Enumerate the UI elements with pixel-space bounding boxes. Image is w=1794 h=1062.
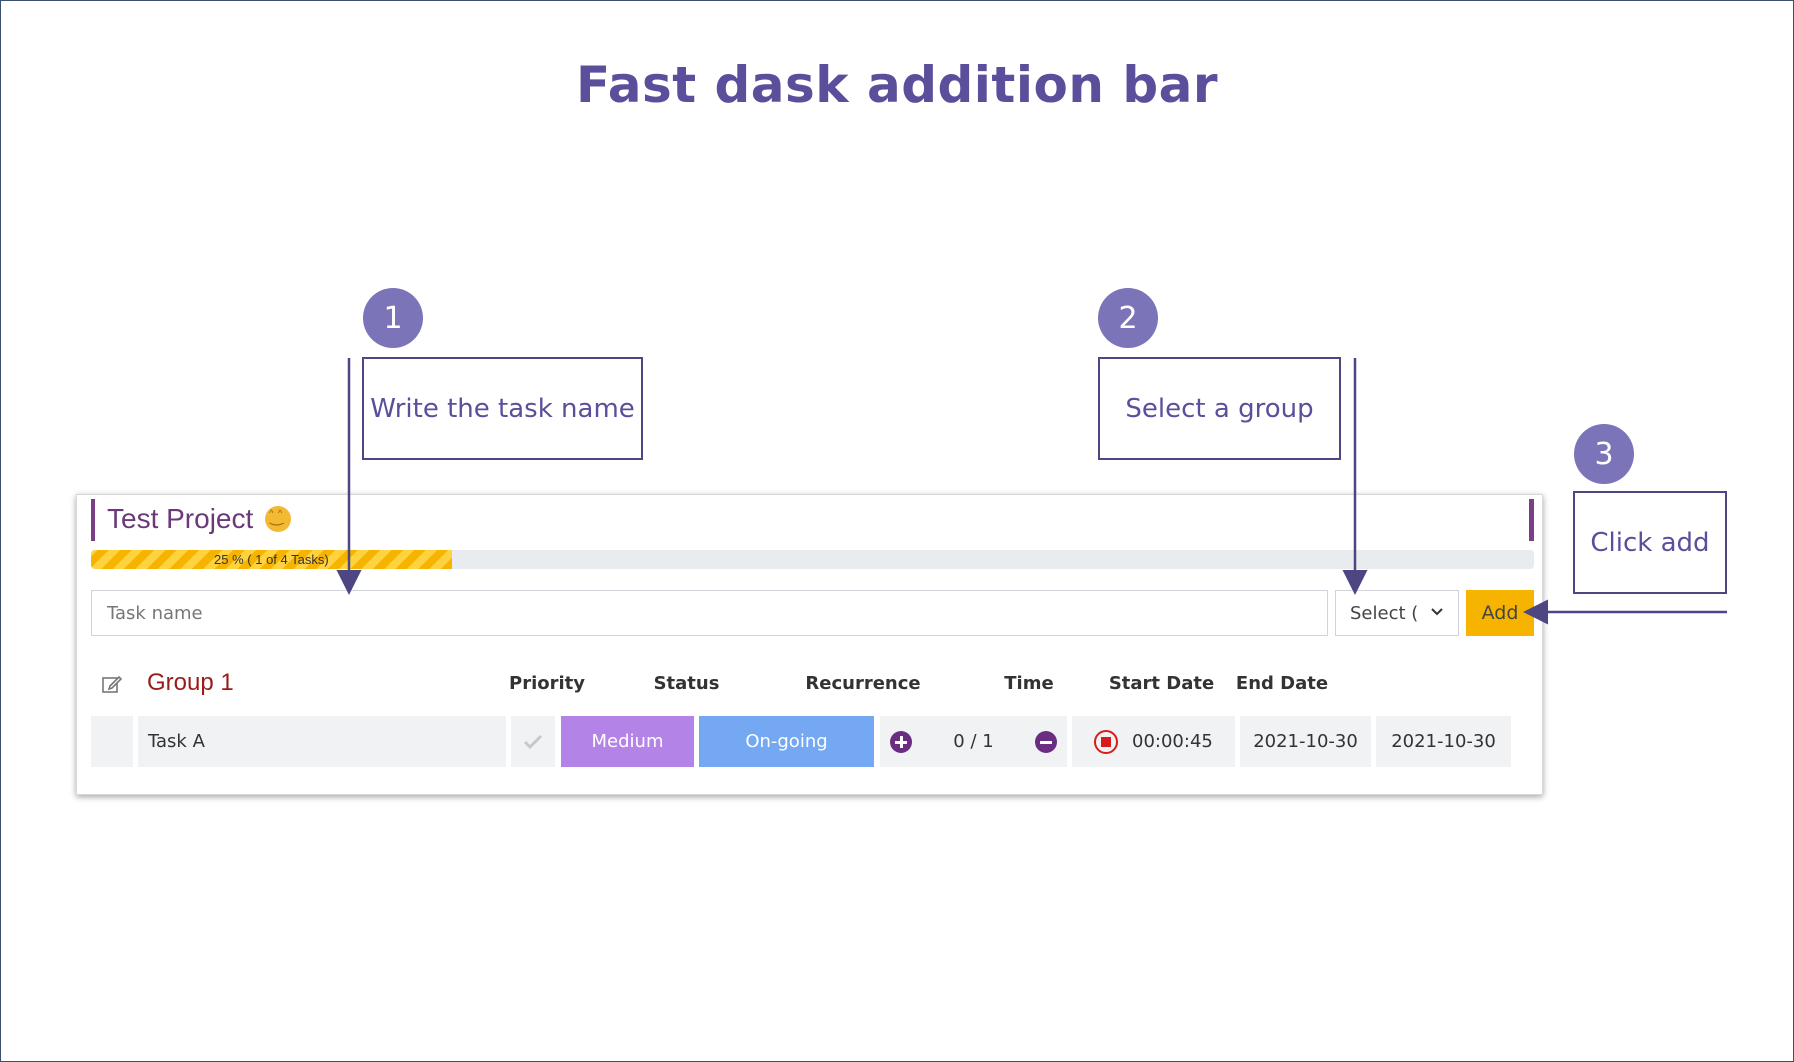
time-cell: 00:00:45 — [1072, 716, 1235, 767]
complete-checkbox[interactable] — [511, 716, 555, 767]
task-name-cell[interactable]: Task A — [138, 716, 506, 767]
status-value: On-going — [745, 731, 828, 752]
stop-timer-icon[interactable] — [1094, 729, 1118, 754]
project-title: Test Project — [107, 503, 254, 534]
priority-value: Medium — [591, 731, 664, 752]
increment-plus-icon[interactable] — [890, 730, 912, 753]
progress-fill: 25 % ( 1 of 4 Tasks) — [91, 550, 452, 569]
group-select[interactable]: Select ( — [1335, 590, 1459, 636]
end-date-value: 2021-10-30 — [1391, 731, 1496, 752]
recurrence-value: 0 / 1 — [953, 731, 994, 752]
step-1-badge: 1 — [363, 288, 423, 348]
project-progress-bar: 25 % ( 1 of 4 Tasks) — [91, 550, 1534, 569]
step-2-badge: 2 — [1098, 288, 1158, 348]
end-date-cell[interactable]: 2021-10-30 — [1376, 716, 1511, 767]
step-3-callout: Click add — [1573, 491, 1727, 594]
group-header-row: Group 1 Priority Status Recurrence Time … — [77, 667, 1542, 701]
chevron-down-icon — [1430, 605, 1444, 621]
edit-icon[interactable] — [101, 673, 123, 695]
step-1-callout: Write the task name — [362, 357, 643, 460]
add-task-button[interactable]: Add — [1466, 590, 1534, 636]
slide-title: Fast dask addition bar — [575, 56, 1219, 114]
column-header-priority: Priority — [509, 673, 585, 694]
task-name-input[interactable] — [91, 590, 1328, 636]
project-accent-left — [91, 499, 95, 541]
start-date-cell[interactable]: 2021-10-30 — [1240, 716, 1371, 767]
smile-emoji-icon — [265, 506, 292, 532]
time-value: 00:00:45 — [1132, 731, 1213, 752]
priority-badge[interactable]: Medium — [561, 716, 694, 767]
column-header-recurrence: Recurrence — [805, 673, 921, 694]
group-name: Group 1 — [147, 669, 234, 696]
start-date-value: 2021-10-30 — [1253, 731, 1358, 752]
column-header-end-date: End Date — [1235, 673, 1329, 694]
recurrence-cell: 0 / 1 — [880, 716, 1067, 767]
status-badge[interactable]: On-going — [699, 716, 874, 767]
step-2-callout: Select a group — [1098, 357, 1341, 460]
project-accent-right — [1529, 499, 1534, 541]
project-header: Test Project — [107, 503, 292, 535]
project-panel: Test Project 25 % ( 1 of 4 Tasks) Select… — [76, 494, 1543, 795]
progress-label: 25 % ( 1 of 4 Tasks) — [214, 552, 329, 567]
task-name: Task A — [148, 731, 205, 752]
table-row: Task A Medium On-going 0 / 1 00:00:45 20… — [91, 716, 1534, 767]
column-header-status: Status — [653, 673, 720, 694]
check-icon — [523, 734, 543, 749]
column-header-start-date: Start Date — [1108, 673, 1215, 694]
decrement-minus-icon[interactable] — [1034, 730, 1057, 753]
group-select-value: Select ( — [1350, 602, 1419, 624]
step-3-badge: 3 — [1574, 424, 1634, 484]
column-header-time: Time — [1004, 673, 1054, 694]
drag-handle-cell[interactable] — [91, 716, 133, 767]
